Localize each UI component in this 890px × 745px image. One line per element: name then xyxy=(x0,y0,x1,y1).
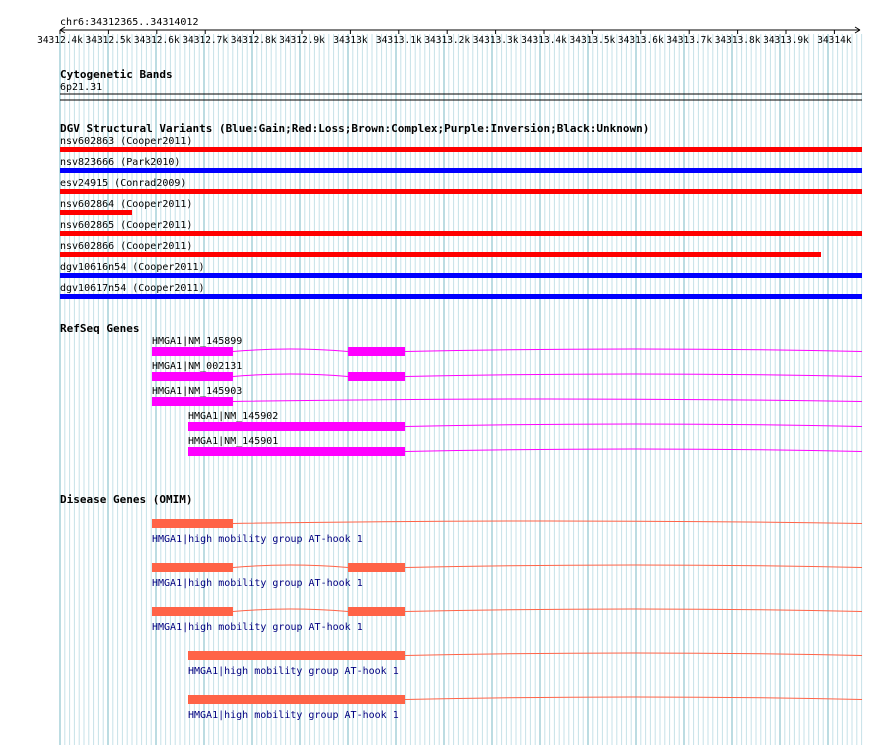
ruler-tick-label: 34313.1k xyxy=(376,35,422,46)
omim-gene-intron xyxy=(232,564,863,568)
dgv-variant-bar[interactable] xyxy=(60,294,862,299)
ruler-tick-label: 34312.6k xyxy=(134,35,180,46)
refseq-gene-exon[interactable] xyxy=(152,347,233,356)
dgv-variant-bar[interactable] xyxy=(60,231,862,236)
ruler-tick-label: 34313.2k xyxy=(424,35,470,46)
refseq-gene-label[interactable]: HMGA1|NM_145901 xyxy=(188,436,278,447)
refseq-gene-exon[interactable] xyxy=(152,372,233,381)
cytoband-label: 6p21.31 xyxy=(60,82,102,93)
dgv-variant-label[interactable]: dgv10617n54 (Cooper2011) xyxy=(60,283,205,294)
refseq-gene-exon[interactable] xyxy=(152,397,233,406)
omim-gene-intron xyxy=(232,608,863,612)
omim-gene-exon[interactable] xyxy=(152,519,233,528)
refseq-gene-intron xyxy=(232,373,863,377)
omim-gene-exon[interactable] xyxy=(188,695,405,704)
omim-gene-exon[interactable] xyxy=(348,563,405,572)
ruler-tick-label: 34314k xyxy=(817,35,852,46)
refseq-gene-exon[interactable] xyxy=(348,347,405,356)
omim-gene-label[interactable]: HMGA1|high mobility group AT-hook 1 xyxy=(188,666,399,677)
dgv-variant-label[interactable]: nsv602863 (Cooper2011) xyxy=(60,136,192,147)
ruler-tick-label: 34313.4k xyxy=(521,35,567,46)
refseq-gene-label[interactable]: HMGA1|NM_145899 xyxy=(152,336,242,347)
ruler-tick-label: 34312.5k xyxy=(86,35,132,46)
omim-gene-intron xyxy=(232,520,863,524)
refseq-gene-intron xyxy=(232,398,863,402)
dgv-variant-label[interactable]: esv24915 (Conrad2009) xyxy=(60,178,186,189)
refseq-gene-intron xyxy=(404,423,863,427)
ruler-tick-label: 34313k xyxy=(333,35,368,46)
ruler-tick-label: 34312.8k xyxy=(231,35,277,46)
refseq-gene-intron xyxy=(404,448,863,452)
omim-gene-label[interactable]: HMGA1|high mobility group AT-hook 1 xyxy=(152,534,363,545)
dgv-variant-bar[interactable] xyxy=(60,273,862,278)
dgv-variant-label[interactable]: nsv823666 (Park2010) xyxy=(60,157,180,168)
ruler-tick-label: 34312.9k xyxy=(279,35,325,46)
omim-gene-exon[interactable] xyxy=(152,607,233,616)
ruler-tick-label: 34313.3k xyxy=(473,35,519,46)
omim-gene-intron xyxy=(404,652,863,656)
ruler-tick-label: 34312.4k xyxy=(37,35,83,46)
refseq-gene-exon[interactable] xyxy=(188,422,405,431)
genome-browser: chr6:34312365..34314012 34312.4k 34312.5k… xyxy=(37,17,863,745)
ruler-tick-label: 34312.7k xyxy=(182,35,228,46)
dgv-variant-bar[interactable] xyxy=(60,168,862,173)
omim-gene-label[interactable]: HMGA1|high mobility group AT-hook 1 xyxy=(188,710,399,721)
ruler-tick-label: 34313.5k xyxy=(570,35,616,46)
omim-gene-label[interactable]: HMGA1|high mobility group AT-hook 1 xyxy=(152,622,363,633)
dgv-variant-label[interactable]: nsv602864 (Cooper2011) xyxy=(60,199,192,210)
dgv-variant-bar[interactable] xyxy=(60,252,821,257)
omim-gene-exon[interactable] xyxy=(152,563,233,572)
refseq-gene-label[interactable]: HMGA1|NM_145902 xyxy=(188,411,278,422)
refseq-gene-label[interactable]: HMGA1|NM_145903 xyxy=(152,386,242,397)
dgv-variant-bar[interactable] xyxy=(60,189,862,194)
refseq-gene-intron xyxy=(232,348,863,352)
cytoband-track-title[interactable]: Cytogenetic Bands xyxy=(60,68,173,81)
omim-gene-label[interactable]: HMGA1|high mobility group AT-hook 1 xyxy=(152,578,363,589)
dgv-variant-bar[interactable] xyxy=(60,210,132,215)
ruler-tick-label: 34313.9k xyxy=(763,35,809,46)
refseq-track-title[interactable]: RefSeq Genes xyxy=(60,322,139,335)
refseq-gene-exon[interactable] xyxy=(348,372,405,381)
omim-gene-intron xyxy=(404,696,863,700)
omim-gene-exon[interactable] xyxy=(348,607,405,616)
ruler-tick-label: 34313.8k xyxy=(715,35,761,46)
refseq-gene-label[interactable]: HMGA1|NM_002131 xyxy=(152,361,242,372)
dgv-track-title[interactable]: DGV Structural Variants (Blue:Gain;Red:L… xyxy=(60,122,649,135)
dgv-variant-bar[interactable] xyxy=(60,147,862,152)
omim-track-title[interactable]: Disease Genes (OMIM) xyxy=(60,493,192,506)
omim-gene-exon[interactable] xyxy=(188,651,405,660)
ruler-tick-label: 34313.7k xyxy=(666,35,712,46)
dgv-variant-label[interactable]: dgv10616n54 (Cooper2011) xyxy=(60,262,205,273)
ruler-tick-label: 34313.6k xyxy=(618,35,664,46)
refseq-gene-exon[interactable] xyxy=(188,447,405,456)
dgv-variant-label[interactable]: nsv602866 (Cooper2011) xyxy=(60,241,192,252)
dgv-variant-label[interactable]: nsv602865 (Cooper2011) xyxy=(60,220,192,231)
coordinate-label: chr6:34312365..34314012 xyxy=(60,17,198,28)
ruler-ticks: 34312.4k 34312.5k 34312.6k 34312.7k 34312.8k… xyxy=(37,30,852,46)
